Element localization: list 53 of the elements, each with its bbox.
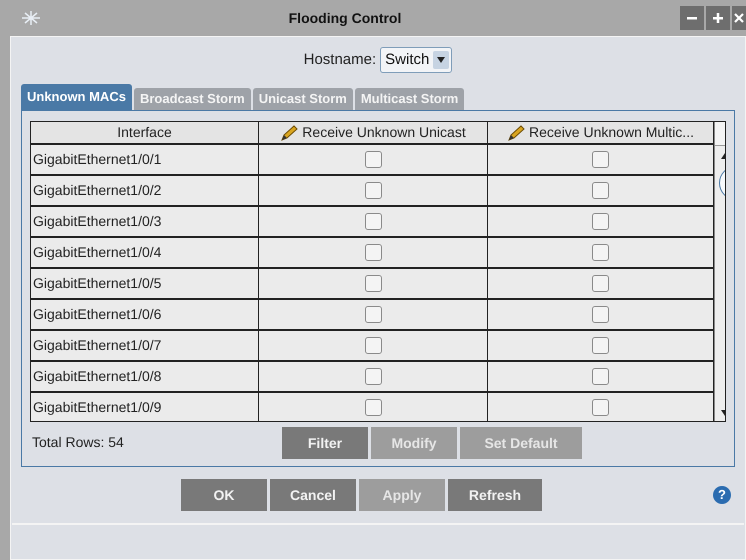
column-header-label: Receive Unknown Unicast bbox=[302, 123, 466, 142]
checkbox[interactable] bbox=[592, 244, 609, 261]
checkbox[interactable] bbox=[364, 275, 382, 292]
hostname-dropdown[interactable]: Switch bbox=[380, 47, 452, 73]
pencil-icon bbox=[280, 124, 298, 140]
table-cell: GigabitEthernet1/0/7 bbox=[31, 331, 259, 360]
checkbox[interactable] bbox=[364, 399, 382, 416]
checkbox[interactable] bbox=[592, 275, 609, 292]
pencil-icon bbox=[507, 124, 526, 140]
table-cell: GigabitEthernet1/0/8 bbox=[31, 362, 259, 391]
checkbox[interactable] bbox=[364, 182, 382, 199]
checkbox[interactable] bbox=[592, 182, 609, 199]
checkbox[interactable] bbox=[364, 368, 382, 385]
table-cell: GigabitEthernet1/0/4 bbox=[31, 238, 259, 267]
tab[interactable]: Unicast Storm bbox=[252, 88, 353, 110]
checkbox[interactable] bbox=[592, 306, 609, 323]
tab[interactable]: Unknown MACs bbox=[21, 84, 132, 110]
checkbox[interactable] bbox=[364, 151, 382, 168]
table-cell: GigabitEthernet1/0/6 bbox=[31, 300, 259, 329]
app-logo-icon bbox=[20, 9, 42, 27]
column-header[interactable]: Interface bbox=[31, 122, 259, 143]
refresh-button[interactable]: Refresh bbox=[448, 479, 542, 511]
table-cell: GigabitEthernet1/0/1 bbox=[31, 145, 259, 174]
close-button[interactable] bbox=[732, 6, 746, 30]
column-header-label: Receive Unknown Multic... bbox=[529, 123, 694, 142]
caret-icon bbox=[433, 51, 450, 69]
window-title: Flooding Control bbox=[288, 8, 402, 28]
ok-button[interactable]: OK bbox=[181, 479, 267, 511]
filter-button[interactable]: Filter bbox=[282, 427, 368, 459]
help-button[interactable]: ? bbox=[713, 486, 731, 504]
column-header[interactable]: Receive Unknown Unicast bbox=[259, 122, 488, 143]
checkbox[interactable] bbox=[592, 337, 609, 354]
checkbox[interactable] bbox=[592, 213, 609, 230]
checkbox[interactable] bbox=[364, 213, 382, 230]
minimize-button[interactable] bbox=[680, 6, 704, 30]
tab[interactable]: Broadcast Storm bbox=[134, 88, 251, 110]
checkbox[interactable] bbox=[364, 306, 382, 323]
total-rows-label: Total Rows: 54 bbox=[32, 432, 125, 452]
checkbox[interactable] bbox=[364, 337, 382, 354]
checkbox[interactable] bbox=[592, 151, 609, 168]
table-cell: GigabitEthernet1/0/9 bbox=[31, 393, 259, 421]
hostname-label: Hostname: bbox=[304, 50, 376, 70]
table-cell: GigabitEthernet1/0/2 bbox=[31, 176, 259, 205]
checkbox[interactable] bbox=[592, 399, 609, 416]
table-cell: GigabitEthernet1/0/5 bbox=[31, 269, 259, 298]
tab[interactable]: Multicast Storm bbox=[354, 88, 464, 110]
cancel-button[interactable]: Cancel bbox=[270, 479, 356, 511]
checkbox[interactable] bbox=[364, 244, 382, 261]
checkbox[interactable] bbox=[592, 368, 609, 385]
close-icon bbox=[734, 13, 744, 23]
plus-icon bbox=[712, 12, 724, 24]
table-cell: GigabitEthernet1/0/3 bbox=[31, 207, 259, 236]
maximize-button[interactable] bbox=[706, 6, 730, 30]
